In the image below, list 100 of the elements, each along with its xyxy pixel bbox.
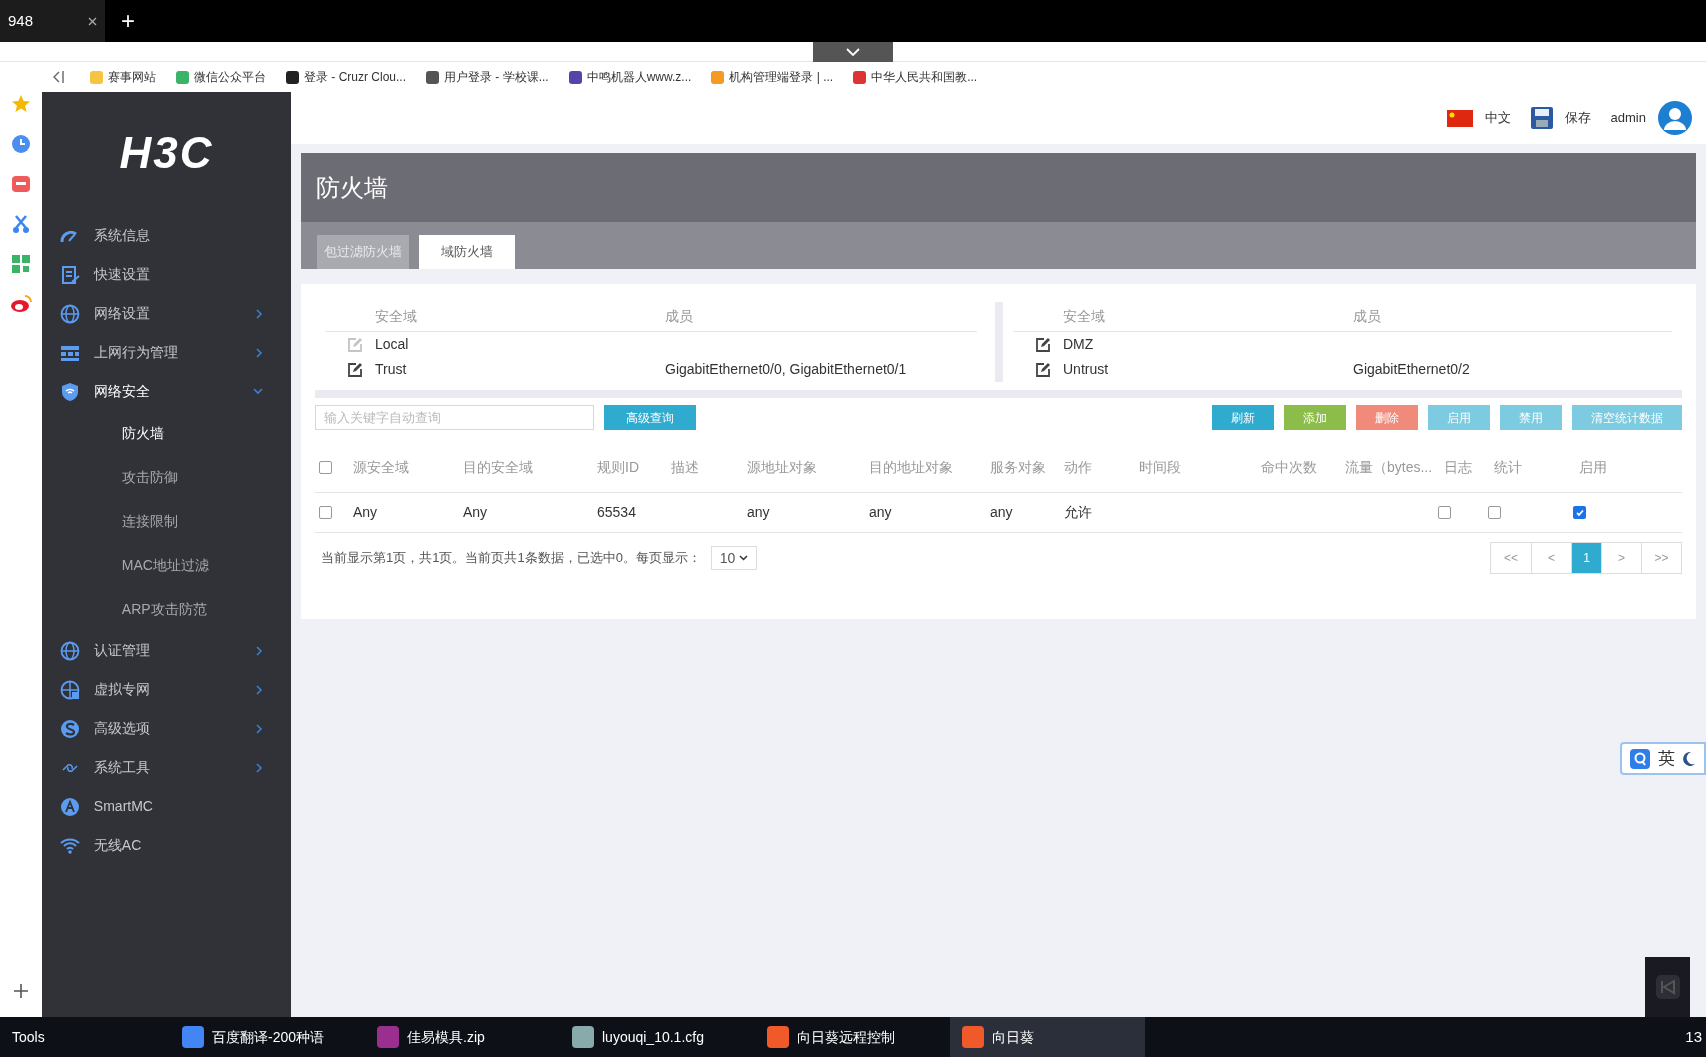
add-icon[interactable] xyxy=(12,983,29,999)
sidebar-item[interactable]: 无线AC xyxy=(41,826,291,865)
table-cell-text: 允许 xyxy=(1064,503,1092,522)
zone-members: GigabitEthernet0/2 xyxy=(1353,360,1470,379)
checkbox[interactable] xyxy=(1438,506,1451,519)
column-header: 时间段 xyxy=(1138,458,1182,477)
table-cell-text: Any xyxy=(463,503,488,522)
column-header: 安全域 xyxy=(374,307,418,326)
save-link[interactable]: 保存 xyxy=(1564,108,1591,128)
column-header: 动作 xyxy=(1063,458,1093,477)
sidebar-item[interactable]: 系统工具 xyxy=(41,748,291,787)
sidebar-subitem[interactable]: MAC地址过滤 xyxy=(41,543,291,587)
close-icon[interactable] xyxy=(88,16,97,26)
checkbox[interactable] xyxy=(319,461,332,474)
language-link[interactable]: 中文 xyxy=(1484,108,1511,128)
grid-icon[interactable] xyxy=(10,254,31,274)
taskbar-item[interactable]: Tools xyxy=(0,1017,170,1057)
zone-name: Local xyxy=(375,335,409,354)
ime-toolbar[interactable]: 英 xyxy=(1620,742,1706,775)
bookmark-icon xyxy=(90,70,103,84)
search-field[interactable]: 输入关键字自动查询 xyxy=(315,405,594,430)
circle-icon xyxy=(59,796,80,817)
sidebar-item[interactable]: 高级选项 xyxy=(41,709,291,748)
bookmark-icon xyxy=(176,70,189,84)
bookmark-icon xyxy=(426,70,439,84)
column-header: 启用 xyxy=(1578,458,1608,477)
taskbar-item[interactable]: 向日葵 xyxy=(950,1017,1145,1057)
table-cell-text: any xyxy=(869,503,892,522)
bookmark-link[interactable]: 微信公众平台 xyxy=(194,68,266,86)
taskbar-item[interactable]: 向日葵远程控制 xyxy=(755,1017,950,1057)
tab[interactable]: 域防火墙 xyxy=(419,235,515,269)
checkbox[interactable] xyxy=(1488,506,1501,519)
bookmark-link[interactable]: 中华人民共和国教... xyxy=(871,68,978,86)
bookmark-link[interactable]: 用户登录 - 学校课... xyxy=(444,68,549,86)
remote-control-widget[interactable] xyxy=(1645,957,1690,1017)
star-icon[interactable] xyxy=(10,94,31,114)
sidebar-subitem[interactable]: 防火墙 xyxy=(41,411,291,455)
column-header: 命中次数 xyxy=(1260,458,1318,477)
taskbar-item[interactable]: 百度翻译-200种语 xyxy=(170,1017,365,1057)
checkbox[interactable] xyxy=(319,506,332,519)
sidebar-item[interactable]: 快速设置 xyxy=(41,255,291,294)
checkbox[interactable] xyxy=(1573,506,1586,519)
clock[interactable]: 13 xyxy=(1685,1025,1702,1049)
bookmark-link[interactable]: 赛事网站 xyxy=(108,68,156,86)
chevron-down-icon xyxy=(846,48,860,56)
zone-name: Untrust xyxy=(1063,360,1109,379)
pagination-info: 当前显示第1页，共1页。当前页共1条数据，已选中0。每页显示： xyxy=(321,549,701,568)
sidebar-item[interactable]: 虚拟专网 xyxy=(41,670,291,709)
sidebar-subitem[interactable]: 攻击防御 xyxy=(41,455,291,499)
dropdown-toggle-button[interactable] xyxy=(813,42,893,62)
column-header: 成员 xyxy=(665,307,693,326)
username[interactable]: admin xyxy=(1610,108,1646,128)
column-header: 日志 xyxy=(1443,458,1473,477)
new-tab-button[interactable]: + xyxy=(121,3,135,39)
save-icon[interactable] xyxy=(1530,107,1553,129)
edit-icon[interactable] xyxy=(1035,336,1051,353)
column-header: 统计 xyxy=(1493,458,1523,477)
column-header: 目的地址对象 xyxy=(868,458,954,477)
column-header: 描述 xyxy=(670,458,700,477)
weibo-icon[interactable] xyxy=(9,294,32,314)
sidebar-subitem[interactable]: 连接限制 xyxy=(41,499,291,543)
china-flag-icon xyxy=(1446,109,1473,127)
browser-tab-title[interactable]: 948 xyxy=(8,9,34,33)
zone-name: DMZ xyxy=(1063,335,1094,354)
wifi-icon xyxy=(59,835,80,856)
table-cell-text: Any xyxy=(353,503,378,522)
circle-icon xyxy=(59,718,80,739)
globe-icon xyxy=(59,679,80,700)
skip-back-icon xyxy=(1655,975,1680,999)
moon-icon xyxy=(1683,751,1695,766)
page-title: 防火墙 xyxy=(316,172,388,203)
sidebar-item[interactable]: 网络设置 xyxy=(41,294,291,333)
sidebar-subitem[interactable]: ARP攻击防范 xyxy=(41,587,291,631)
zone-name: Trust xyxy=(375,360,407,379)
scissors-icon[interactable] xyxy=(10,214,31,234)
clock-icon[interactable] xyxy=(10,134,31,154)
sidebar-item[interactable]: 上网行为管理 xyxy=(41,333,291,372)
sidebar-item[interactable]: 网络安全 xyxy=(41,372,291,411)
edit-icon[interactable] xyxy=(347,361,363,378)
sidebar-item[interactable]: 系统信息 xyxy=(41,216,291,255)
sidebar-item[interactable]: 认证管理 xyxy=(41,631,291,670)
collapse-sidebar-icon[interactable] xyxy=(52,70,64,84)
edit-icon[interactable] xyxy=(1035,361,1051,378)
address-bar[interactable] xyxy=(0,42,1706,62)
column-header: 目的安全域 xyxy=(462,458,534,477)
bookmark-link[interactable]: 登录 - Cruzr Clou... xyxy=(304,68,406,86)
bookmark-icon xyxy=(711,70,725,84)
avatar-icon[interactable] xyxy=(1658,101,1692,135)
taskbar-item[interactable]: luyouqi_10.1.cfg xyxy=(560,1017,755,1057)
sidebar-item[interactable]: SmartMC xyxy=(41,787,291,826)
bookmark-icon xyxy=(568,70,582,84)
document-icon xyxy=(59,264,80,285)
shield-icon xyxy=(59,381,80,402)
globe-icon xyxy=(59,640,80,661)
column-header: 成员 xyxy=(1353,307,1381,326)
bookmark-link[interactable]: 中鸣机器人www.z... xyxy=(586,68,692,86)
taskbar-item[interactable]: 佳易模具.zip xyxy=(365,1017,560,1057)
bookmark-link[interactable]: 机构管理端登录 | ... xyxy=(729,68,834,86)
page-size-select[interactable]: 10 xyxy=(710,546,757,570)
search-icon xyxy=(1630,748,1650,769)
